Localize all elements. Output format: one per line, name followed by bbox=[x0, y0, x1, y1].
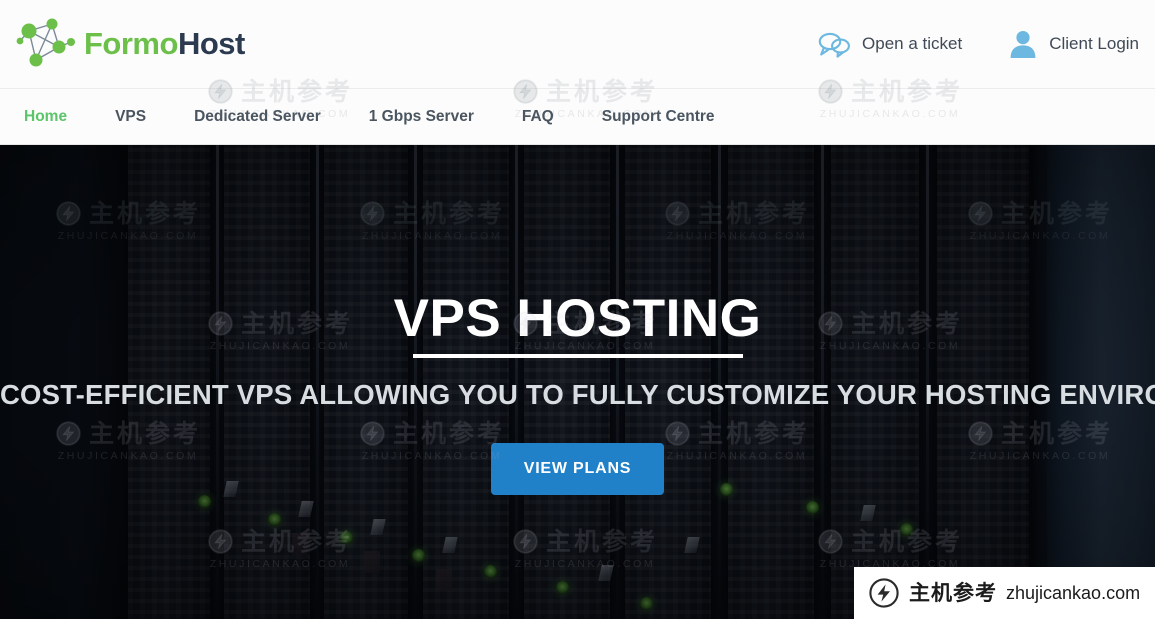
user-person-icon bbox=[1010, 31, 1036, 58]
hero-section: VPS HOSTING COST-EFFICIENT VPS ALLOWING … bbox=[0, 145, 1155, 619]
hero-title-underline bbox=[412, 354, 743, 358]
site-watermark-badge: 主机参考 zhujicankao.com bbox=[854, 567, 1155, 619]
brand-logo[interactable]: FormoHost bbox=[14, 11, 245, 77]
brand-name-first: Formo bbox=[84, 26, 178, 61]
open-ticket-label: Open a ticket bbox=[862, 34, 963, 53]
nav-item-dedicated-server[interactable]: Dedicated Server bbox=[170, 108, 345, 126]
header-links: Open a ticket Client Login bbox=[818, 28, 1155, 60]
view-plans-button[interactable]: VIEW PLANS bbox=[490, 443, 665, 495]
page-root: FormoHost Open a ticket Client Login Hom… bbox=[0, 0, 1155, 619]
client-login-label: Client Login bbox=[1049, 34, 1139, 53]
nav-item-support-centre[interactable]: Support Centre bbox=[578, 108, 739, 126]
hero-title: VPS HOSTING bbox=[393, 289, 762, 348]
nav-items: Home VPS Dedicated Server 1 Gbps Server … bbox=[0, 108, 739, 126]
main-navigation: Home VPS Dedicated Server 1 Gbps Server … bbox=[0, 88, 1155, 145]
network-nodes-icon bbox=[16, 18, 75, 67]
hero-content: VPS HOSTING COST-EFFICIENT VPS ALLOWING … bbox=[0, 145, 1155, 619]
nav-item-faq[interactable]: FAQ bbox=[498, 108, 578, 126]
client-login-link[interactable]: Client Login bbox=[1008, 28, 1139, 60]
nav-item-home[interactable]: Home bbox=[24, 108, 91, 126]
badge-url-text: zhujicankao.com bbox=[1006, 583, 1141, 603]
brand-name-second: Host bbox=[177, 26, 245, 61]
chat-bubbles-icon bbox=[818, 32, 850, 58]
open-ticket-link[interactable]: Open a ticket bbox=[818, 31, 962, 58]
nav-item-1gbps-server[interactable]: 1 Gbps Server bbox=[345, 108, 498, 126]
nav-item-vps[interactable]: VPS bbox=[91, 108, 170, 126]
hero-subtitle: COST-EFFICIENT VPS ALLOWING YOU TO FULLY… bbox=[0, 379, 1155, 410]
circle-lightning-logo-icon bbox=[869, 578, 899, 608]
site-header: FormoHost Open a ticket Client Login bbox=[0, 0, 1155, 88]
badge-chinese-text: 主机参考 bbox=[909, 580, 997, 605]
brand-wordmark: FormoHost bbox=[84, 26, 245, 62]
